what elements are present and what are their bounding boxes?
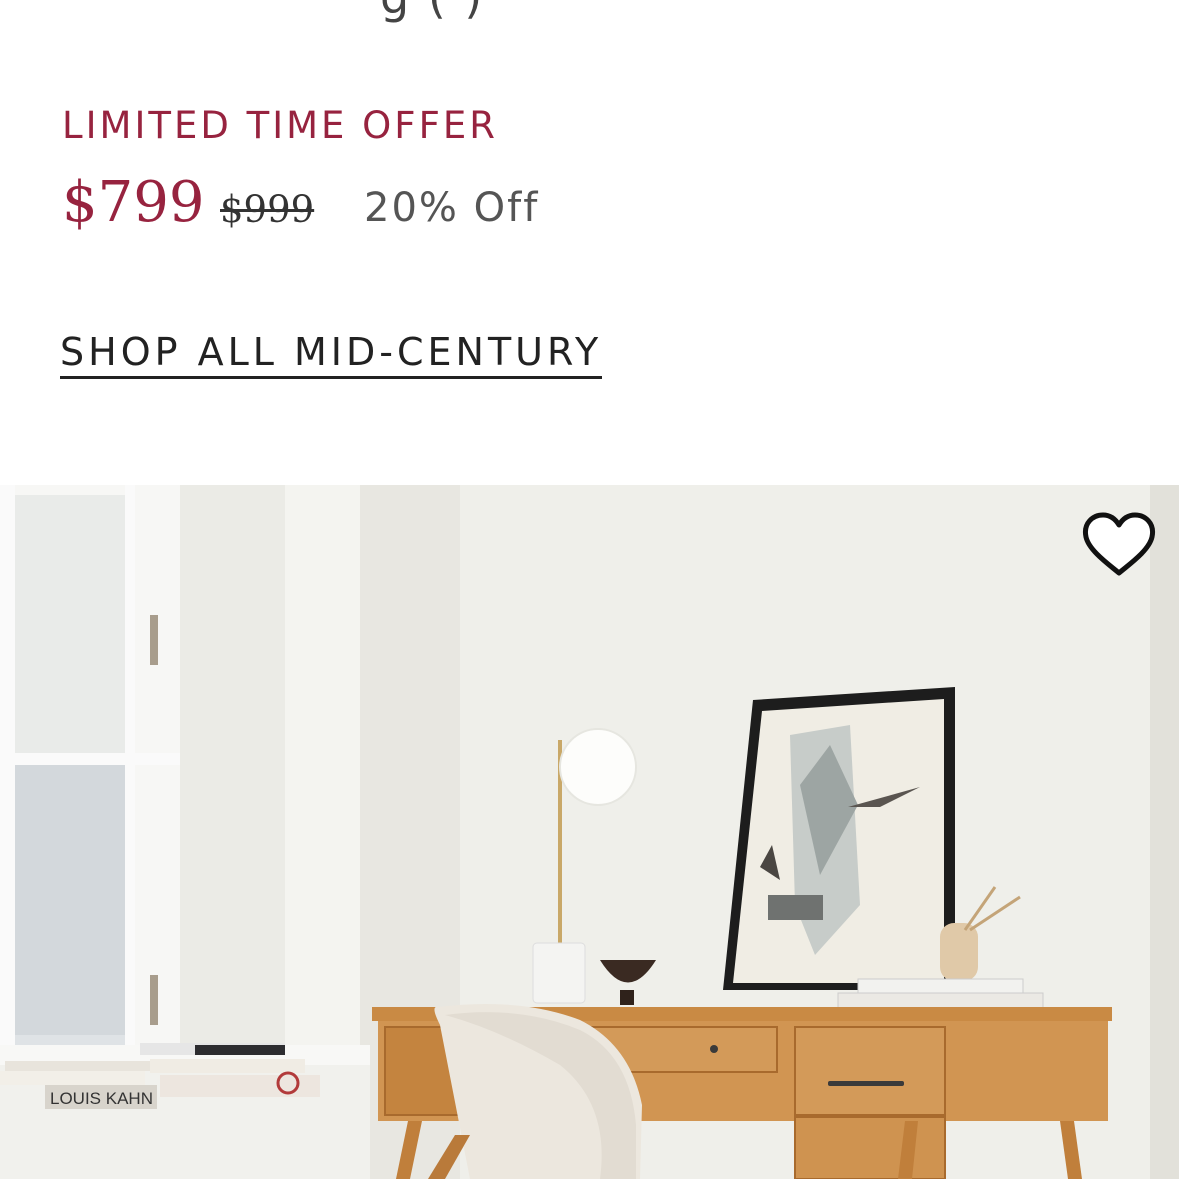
discount-badge: 20% Off (364, 185, 540, 231)
current-price: $799 (62, 170, 205, 235)
book-spine-label: LOUIS KAHN (50, 1089, 153, 1108)
product-page: g ( ) LIMITED TIME OFFER $799 $999 20% O… (0, 0, 1179, 1179)
limited-offer-label: LIMITED TIME OFFER (62, 104, 498, 147)
hero-image: LOUIS KAHN (0, 485, 1179, 1179)
original-price: $999 (220, 188, 315, 231)
shop-all-link[interactable]: SHOP ALL MID-CENTURY (60, 330, 603, 379)
cut-off-heading: g ( ) (380, 0, 484, 24)
room-scene: LOUIS KAHN (0, 485, 1179, 1179)
heart-outline-icon (1082, 512, 1156, 576)
framed-art (723, 687, 955, 990)
favorite-button[interactable] (1081, 511, 1157, 579)
